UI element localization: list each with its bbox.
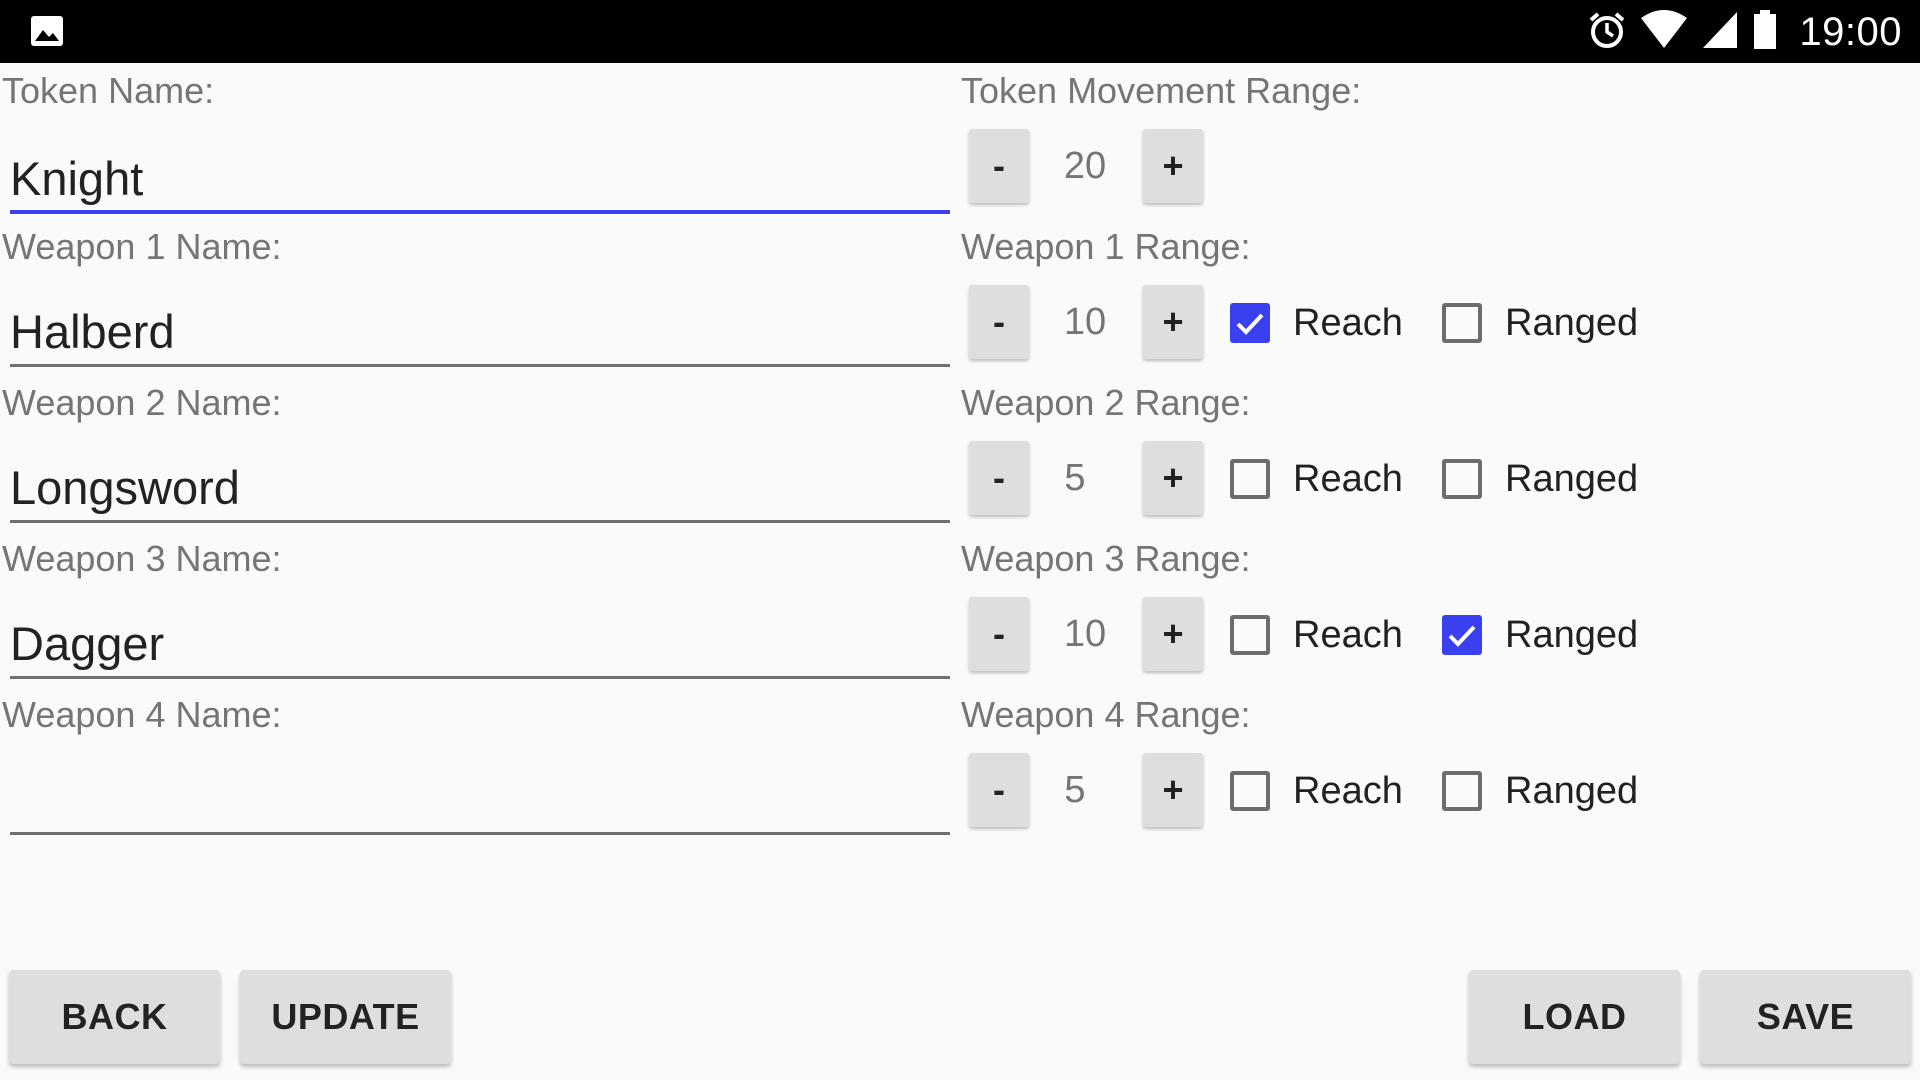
save-button[interactable]: SAVE (1700, 970, 1911, 1064)
ranged-label: Ranged (1505, 613, 1639, 656)
weapon-4-range-label: Weapon 4 Range: (961, 694, 1251, 735)
checkbox-box[interactable] (1442, 303, 1482, 343)
weapon-4-reach-checkbox[interactable]: Reach (1230, 761, 1403, 821)
weapon-4-name-field[interactable] (10, 765, 950, 835)
weapon-4-name-label: Weapon 4 Name: (2, 694, 282, 735)
token-movement-value: 20 (1063, 144, 1107, 187)
token-movement-label: Token Movement Range: (961, 70, 1362, 111)
weapon-1-range-decrement-button[interactable]: - (969, 285, 1029, 359)
weapon-2-name-label: Weapon 2 Name: (2, 382, 282, 423)
alarm-icon (1587, 10, 1627, 55)
weapon-3-range-decrement-button[interactable]: - (969, 597, 1029, 671)
checkbox-box[interactable] (1230, 615, 1270, 655)
weapon-3-name-label: Weapon 3 Name: (2, 538, 282, 579)
weapon-1-range-increment-button[interactable]: + (1143, 285, 1203, 359)
weapon-3-range-value: 10 (1063, 612, 1107, 655)
reach-label: Reach (1293, 613, 1403, 656)
weapon-3-reach-checkbox[interactable]: Reach (1230, 605, 1403, 665)
weapon-1-range-value: 10 (1063, 300, 1107, 343)
weapon-1-reach-checkbox[interactable]: Reach (1230, 293, 1403, 353)
checkbox-box[interactable] (1442, 459, 1482, 499)
weapon-2-ranged-checkbox[interactable]: Ranged (1442, 449, 1638, 509)
signal-icon (1701, 10, 1739, 55)
update-button[interactable]: UPDATE (240, 970, 451, 1064)
weapon-3-name-field[interactable]: Dagger (10, 609, 950, 679)
weapon-3-range-increment-button[interactable]: + (1143, 597, 1203, 671)
token-name-field[interactable]: Knight (10, 144, 950, 214)
checkbox-box[interactable] (1442, 771, 1482, 811)
wifi-icon (1641, 9, 1688, 55)
weapon-2-range-increment-button[interactable]: + (1143, 441, 1203, 515)
checkmark-icon (1448, 625, 1476, 647)
weapon-1-range-label: Weapon 1 Range: (961, 226, 1251, 267)
weapon-1-ranged-checkbox[interactable]: Ranged (1442, 293, 1638, 353)
weapon-2-range-value: 5 (1064, 456, 1086, 499)
load-button[interactable]: LOAD (1469, 970, 1680, 1064)
image-icon (30, 15, 64, 47)
weapon-4-range-value: 5 (1064, 768, 1086, 811)
clock-time: 19:00 (1799, 9, 1902, 54)
weapon-2-name-field[interactable]: Longsword (10, 453, 950, 523)
reach-label: Reach (1293, 301, 1403, 344)
reach-label: Reach (1293, 457, 1403, 500)
ranged-label: Ranged (1505, 457, 1639, 500)
ranged-label: Ranged (1505, 301, 1639, 344)
checkbox-box[interactable] (1230, 459, 1270, 499)
token-movement-decrement-button[interactable]: - (969, 129, 1029, 203)
weapon-3-range-label: Weapon 3 Range: (961, 538, 1251, 579)
weapon-1-name-label: Weapon 1 Name: (2, 226, 282, 267)
checkbox-box[interactable] (1230, 303, 1270, 343)
status-bar: 19:00 (0, 0, 1920, 63)
reach-label: Reach (1293, 769, 1403, 812)
weapon-3-ranged-checkbox[interactable]: Ranged (1442, 605, 1638, 665)
battery-icon (1753, 9, 1777, 55)
weapon-2-reach-checkbox[interactable]: Reach (1230, 449, 1403, 509)
checkmark-icon (1236, 313, 1264, 335)
ranged-label: Ranged (1505, 769, 1639, 812)
weapon-2-range-label: Weapon 2 Range: (961, 382, 1251, 423)
checkbox-box[interactable] (1230, 771, 1270, 811)
weapon-4-ranged-checkbox[interactable]: Ranged (1442, 761, 1638, 821)
back-button[interactable]: BACK (9, 970, 220, 1064)
token-name-label: Token Name: (2, 70, 215, 111)
weapon-4-range-increment-button[interactable]: + (1143, 753, 1203, 827)
checkbox-box[interactable] (1442, 615, 1482, 655)
token-movement-increment-button[interactable]: + (1143, 129, 1203, 203)
weapon-1-name-field[interactable]: Halberd (10, 297, 950, 367)
